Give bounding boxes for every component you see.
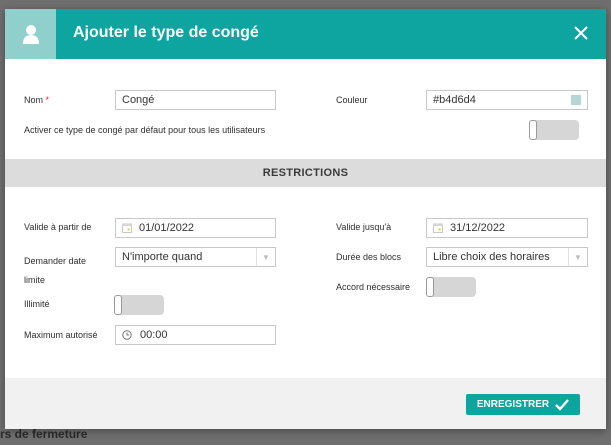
block-duration-label: Durée des blocs xyxy=(336,252,402,262)
required-marker: * xyxy=(45,95,50,105)
default-activation-toggle[interactable] xyxy=(529,120,579,140)
restrictions-section-header: RESTRICTIONS xyxy=(5,159,606,187)
background-text: rs de fermeture xyxy=(0,427,88,441)
close-icon[interactable] xyxy=(571,23,591,43)
unlimited-toggle[interactable] xyxy=(114,295,164,315)
block-duration-select[interactable]: Libre choix des horaires ▼ xyxy=(426,247,588,267)
toggle-knob xyxy=(426,277,434,297)
agreement-toggle[interactable] xyxy=(426,277,476,297)
start-date-input[interactable]: 01/01/2022 xyxy=(115,218,276,238)
color-label: Couleur xyxy=(336,95,368,105)
chevron-down-icon[interactable]: ▼ xyxy=(256,248,275,266)
clock-icon xyxy=(122,330,132,340)
end-date-input[interactable]: 31/12/2022 xyxy=(426,218,588,238)
unlimited-label: Illimité xyxy=(24,299,50,309)
calendar-icon xyxy=(122,223,132,233)
name-input[interactable]: Congé xyxy=(115,90,276,110)
modal-title: Ajouter le type de congé xyxy=(73,24,259,41)
end-date-label: Valide jusqu'à xyxy=(336,222,392,232)
deadline-select[interactable]: N'importe quand ▼ xyxy=(115,247,276,267)
add-leave-type-modal: Ajouter le type de congé Nom * Congé Cou… xyxy=(5,9,606,429)
modal-footer: ENREGISTRER xyxy=(5,378,606,429)
agreement-label: Accord nécessaire xyxy=(336,282,411,292)
deadline-label: Demander date limite xyxy=(24,256,87,285)
calendar-icon xyxy=(433,223,443,233)
close-button[interactable] xyxy=(571,23,591,43)
start-date-label: Valide à partir de xyxy=(24,222,92,232)
save-button[interactable]: ENREGISTRER xyxy=(466,394,580,415)
toggle-knob xyxy=(114,295,122,315)
chevron-down-icon[interactable]: ▼ xyxy=(568,248,587,266)
color-input[interactable]: #b4d6d4 xyxy=(426,90,588,110)
check-icon xyxy=(555,398,570,411)
user-avatar xyxy=(5,9,56,59)
user-icon xyxy=(22,25,39,44)
default-activation-label: Activer ce type de congé par défaut pour… xyxy=(24,125,266,135)
max-allowed-input[interactable]: 00:00 xyxy=(115,325,276,345)
modal-header: Ajouter le type de congé xyxy=(5,9,606,59)
color-swatch[interactable] xyxy=(571,95,581,105)
max-allowed-label: Maximum autorisé xyxy=(24,330,98,340)
toggle-knob xyxy=(529,120,537,140)
name-label: Nom * xyxy=(24,95,50,105)
